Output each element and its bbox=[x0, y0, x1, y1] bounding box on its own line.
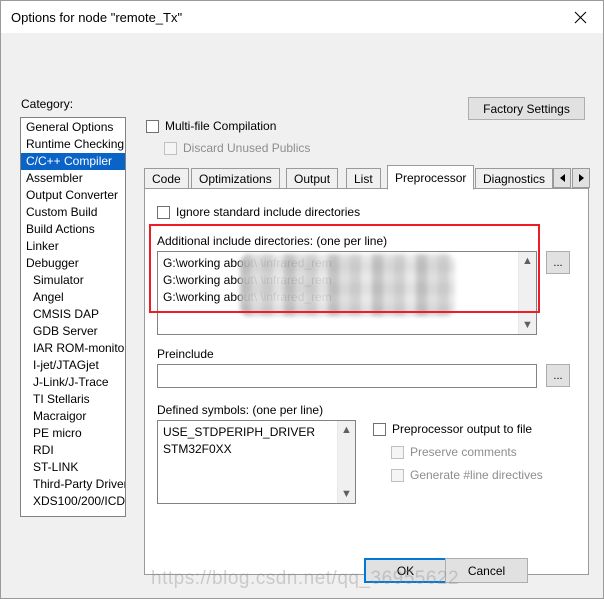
include-list-scrollbar[interactable]: ▲ ▼ bbox=[518, 252, 536, 334]
tab-optimizations[interactable]: Optimizations bbox=[191, 168, 280, 189]
category-item-xds100-200-icdi[interactable]: XDS100/200/ICDI bbox=[21, 493, 125, 510]
chevron-down-icon[interactable]: ▼ bbox=[341, 485, 352, 503]
category-item-rdi[interactable]: RDI bbox=[21, 442, 125, 459]
tab-output[interactable]: Output bbox=[286, 168, 339, 189]
category-item-pe-micro[interactable]: PE micro bbox=[21, 425, 125, 442]
category-item-general-options[interactable]: General Options bbox=[21, 119, 125, 136]
category-item-gdb-server[interactable]: GDB Server bbox=[21, 323, 125, 340]
defined-symbols-list[interactable]: USE_STDPERIPH_DRIVER STM32F0XX ▲ ▼ bbox=[157, 420, 356, 504]
dialog-body: Category: General Options Runtime Checki… bbox=[1, 33, 603, 598]
category-item-i-jet-jtagjet[interactable]: I-jet/JTAGjet bbox=[21, 357, 125, 374]
category-item-iar-rom-monitor[interactable]: IAR ROM-monitor bbox=[21, 340, 125, 357]
list-item[interactable]: G:\working about\ \infrared_rem bbox=[163, 255, 518, 272]
multi-file-compilation-row[interactable]: Multi-file Compilation bbox=[146, 119, 276, 133]
category-item-simulator[interactable]: Simulator bbox=[21, 272, 125, 289]
category-item-runtime-checking[interactable]: Runtime Checking bbox=[21, 136, 125, 153]
defined-symbols-scrollbar[interactable]: ▲ ▼ bbox=[337, 421, 355, 503]
chevron-down-icon[interactable]: ▼ bbox=[522, 316, 533, 334]
tab-list[interactable]: List bbox=[346, 168, 381, 189]
list-item[interactable]: USE_STDPERIPH_DRIVER bbox=[163, 424, 337, 441]
cancel-button[interactable]: Cancel bbox=[445, 558, 528, 583]
category-item-custom-build[interactable]: Custom Build bbox=[21, 204, 125, 221]
title-bar: Options for node "remote_Tx" bbox=[1, 1, 603, 33]
category-list[interactable]: General Options Runtime Checking C/C++ C… bbox=[20, 117, 126, 517]
list-item[interactable]: STM32F0XX bbox=[163, 441, 337, 458]
preserve-comments-label: Preserve comments bbox=[410, 445, 517, 459]
tab-strip: Code Optimizations Output List Preproces… bbox=[144, 165, 590, 190]
preprocessor-output-to-file-label: Preprocessor output to file bbox=[392, 422, 533, 436]
dialog-button-row: OK Cancel https://blog.csdn.net/qq_36955… bbox=[1, 546, 603, 598]
preinclude-label: Preinclude bbox=[157, 347, 214, 361]
category-item-linker[interactable]: Linker bbox=[21, 238, 125, 255]
category-item-j-link-j-trace[interactable]: J-Link/J-Trace bbox=[21, 374, 125, 391]
close-icon[interactable] bbox=[558, 2, 603, 33]
factory-settings-button[interactable]: Factory Settings bbox=[468, 97, 585, 120]
discard-unused-publics-row: Discard Unused Publics bbox=[164, 141, 310, 155]
preprocessor-output-to-file-row[interactable]: Preprocessor output to file bbox=[373, 422, 532, 436]
discard-unused-publics-checkbox bbox=[164, 141, 177, 155]
generate-line-directives-label: Generate #line directives bbox=[410, 468, 543, 482]
additional-include-directories-list[interactable]: G:\working about\ \infrared_rem G:\worki… bbox=[157, 251, 537, 335]
defined-symbols-label: Defined symbols: (one per line) bbox=[157, 403, 324, 417]
preprocessor-output-to-file-checkbox[interactable] bbox=[373, 422, 386, 436]
category-item-debugger[interactable]: Debugger bbox=[21, 255, 125, 272]
category-item-cmsis-dap[interactable]: CMSIS DAP bbox=[21, 306, 125, 323]
multi-file-compilation-checkbox[interactable] bbox=[146, 119, 159, 133]
preinclude-input[interactable] bbox=[157, 364, 537, 388]
category-item-st-link[interactable]: ST-LINK bbox=[21, 459, 125, 476]
category-item-third-party-driver[interactable]: Third-Party Driver bbox=[21, 476, 125, 493]
defined-symbol-lines: USE_STDPERIPH_DRIVER STM32F0XX bbox=[163, 424, 337, 458]
browse-preinclude-button[interactable]: ... bbox=[546, 364, 570, 387]
triangle-left-icon[interactable] bbox=[553, 168, 571, 188]
ok-button[interactable]: OK bbox=[364, 558, 447, 583]
options-dialog: Options for node "remote_Tx" Category: G… bbox=[0, 0, 604, 599]
category-label: Category: bbox=[21, 97, 74, 111]
chevron-up-icon[interactable]: ▲ bbox=[522, 252, 533, 270]
triangle-right-icon[interactable] bbox=[572, 168, 590, 188]
tab-code[interactable]: Code bbox=[144, 168, 189, 189]
preserve-comments-row: Preserve comments bbox=[391, 445, 517, 459]
list-item[interactable]: G:\working about\ \infrared_rem bbox=[163, 289, 518, 306]
category-item-angel[interactable]: Angel bbox=[21, 289, 125, 306]
preprocessor-tab-page: Ignore standard include directories Addi… bbox=[144, 188, 589, 575]
list-item[interactable]: G:\working about\ \infrared_rem bbox=[163, 272, 518, 289]
category-item-ti-stellaris[interactable]: TI Stellaris bbox=[21, 391, 125, 408]
category-item-build-actions[interactable]: Build Actions bbox=[21, 221, 125, 238]
compiler-settings-panel: Factory Settings Multi-file Compilation … bbox=[137, 93, 590, 575]
tab-preprocessor[interactable]: Preprocessor bbox=[387, 165, 475, 190]
ignore-standard-include-label: Ignore standard include directories bbox=[176, 205, 361, 219]
ignore-standard-include-checkbox[interactable] bbox=[157, 205, 170, 219]
category-item-c-cpp-compiler[interactable]: C/C++ Compiler bbox=[21, 153, 125, 170]
tab-diagnostics[interactable]: Diagnostics bbox=[475, 168, 554, 189]
chevron-up-icon[interactable]: ▲ bbox=[341, 421, 352, 439]
multi-file-compilation-label: Multi-file Compilation bbox=[165, 119, 277, 133]
category-item-output-converter[interactable]: Output Converter bbox=[21, 187, 125, 204]
window-title: Options for node "remote_Tx" bbox=[11, 9, 183, 25]
category-item-assembler[interactable]: Assembler bbox=[21, 170, 125, 187]
category-item-macraigor[interactable]: Macraigor bbox=[21, 408, 125, 425]
generate-line-directives-row: Generate #line directives bbox=[391, 468, 543, 482]
additional-include-directories-label: Additional include directories: (one per… bbox=[157, 234, 388, 248]
generate-line-directives-checkbox bbox=[391, 468, 404, 482]
discard-unused-publics-label: Discard Unused Publics bbox=[183, 141, 311, 155]
browse-include-directories-button[interactable]: ... bbox=[546, 251, 570, 274]
preserve-comments-checkbox bbox=[391, 445, 404, 459]
include-directory-lines: G:\working about\ \infrared_rem G:\worki… bbox=[163, 255, 518, 306]
ignore-standard-include-row[interactable]: Ignore standard include directories bbox=[157, 205, 360, 219]
